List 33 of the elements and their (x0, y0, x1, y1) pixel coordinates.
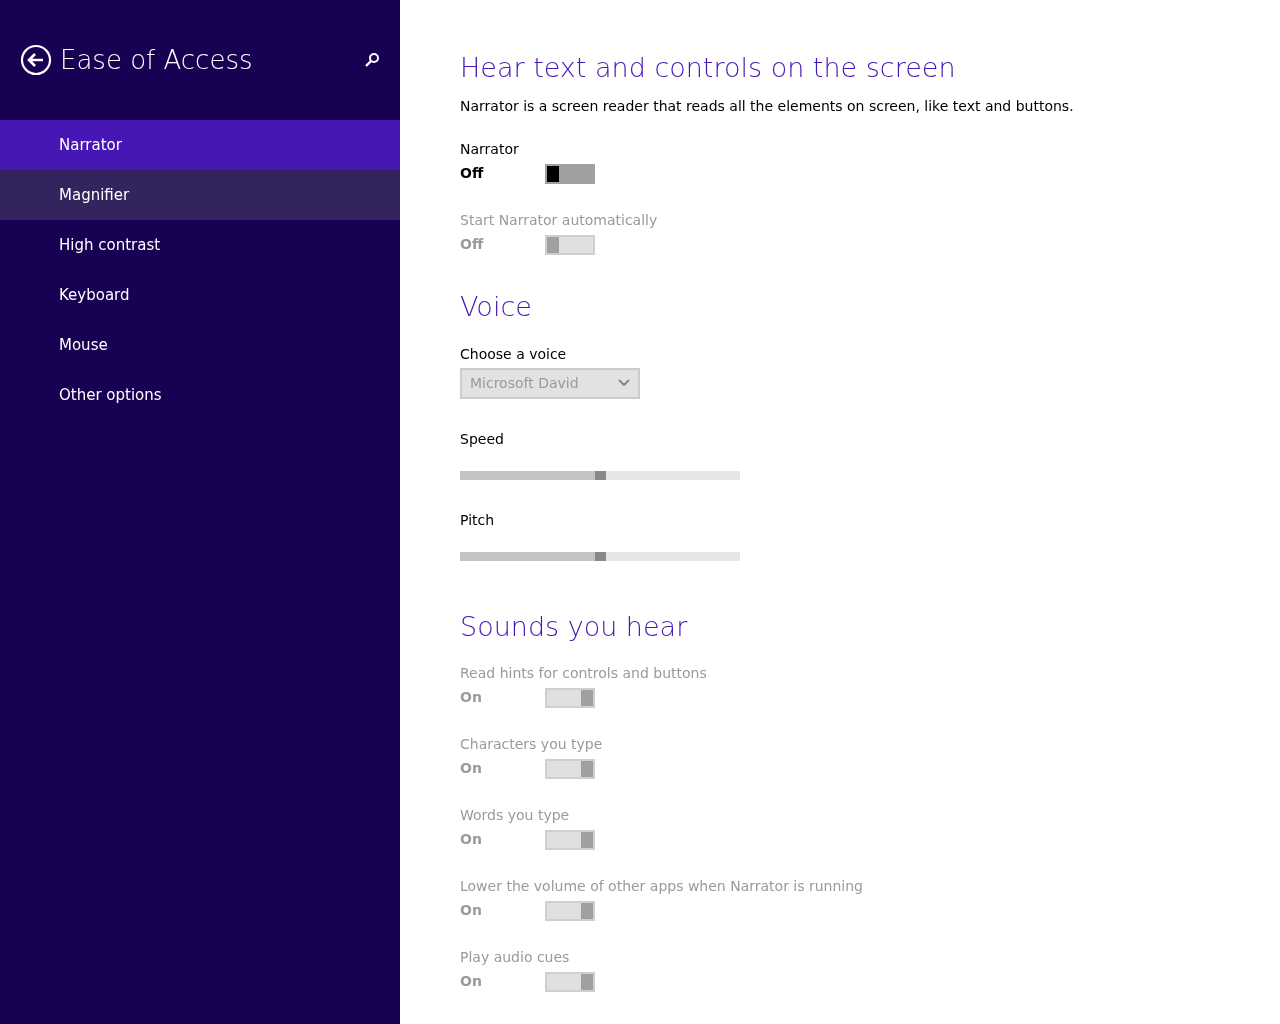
toggle-state: Off (460, 164, 485, 184)
back-icon[interactable] (20, 44, 52, 76)
sidebar-item[interactable]: Keyboard (0, 270, 400, 320)
section-heading: Sounds you hear (460, 610, 689, 644)
control-label: Start Narrator automatically (460, 211, 659, 231)
toggle-state: On (460, 830, 483, 850)
control-label: Choose a voice (460, 344, 568, 364)
voice-dropdown: Microsoft David (460, 367, 640, 399)
section-heading: Hear text and controls on the screen (460, 52, 957, 85)
control-label: Pitch (460, 510, 496, 530)
toggle-state: On (460, 688, 483, 708)
control-label: Narrator (460, 140, 520, 160)
section-heading: Voice (460, 291, 533, 324)
sidebar-item[interactable]: High contrast (0, 220, 400, 270)
search-icon[interactable] (364, 52, 380, 68)
toggle-state: On (460, 972, 483, 992)
control-label: Speed (460, 429, 505, 449)
control-label: Words you type (460, 806, 571, 826)
control-label: Characters you type (460, 735, 604, 755)
control-label: Play audio cues (460, 948, 571, 968)
control-label: Lower the volume of other apps when Narrator is running (460, 877, 864, 897)
chevron-icon (618, 379, 630, 388)
toggle-state: On (460, 901, 483, 921)
toggle-state: Off (460, 235, 485, 255)
sidebar-item[interactable]: Mouse (0, 320, 400, 370)
control-label: Read hints for controls and buttons (460, 664, 708, 684)
page-title: Ease of Access (60, 43, 254, 77)
sidebar-item[interactable]: Other options (0, 370, 400, 420)
sidebar-item[interactable]: Magnifier (0, 170, 400, 220)
toggle-switch[interactable] (545, 163, 595, 184)
description-text: Narrator is a screen reader that reads all the elements on screen, like text and buttons. (460, 97, 1075, 117)
sidebar-item[interactable]: Narrator (0, 120, 400, 170)
toggle-state: On (460, 759, 483, 779)
